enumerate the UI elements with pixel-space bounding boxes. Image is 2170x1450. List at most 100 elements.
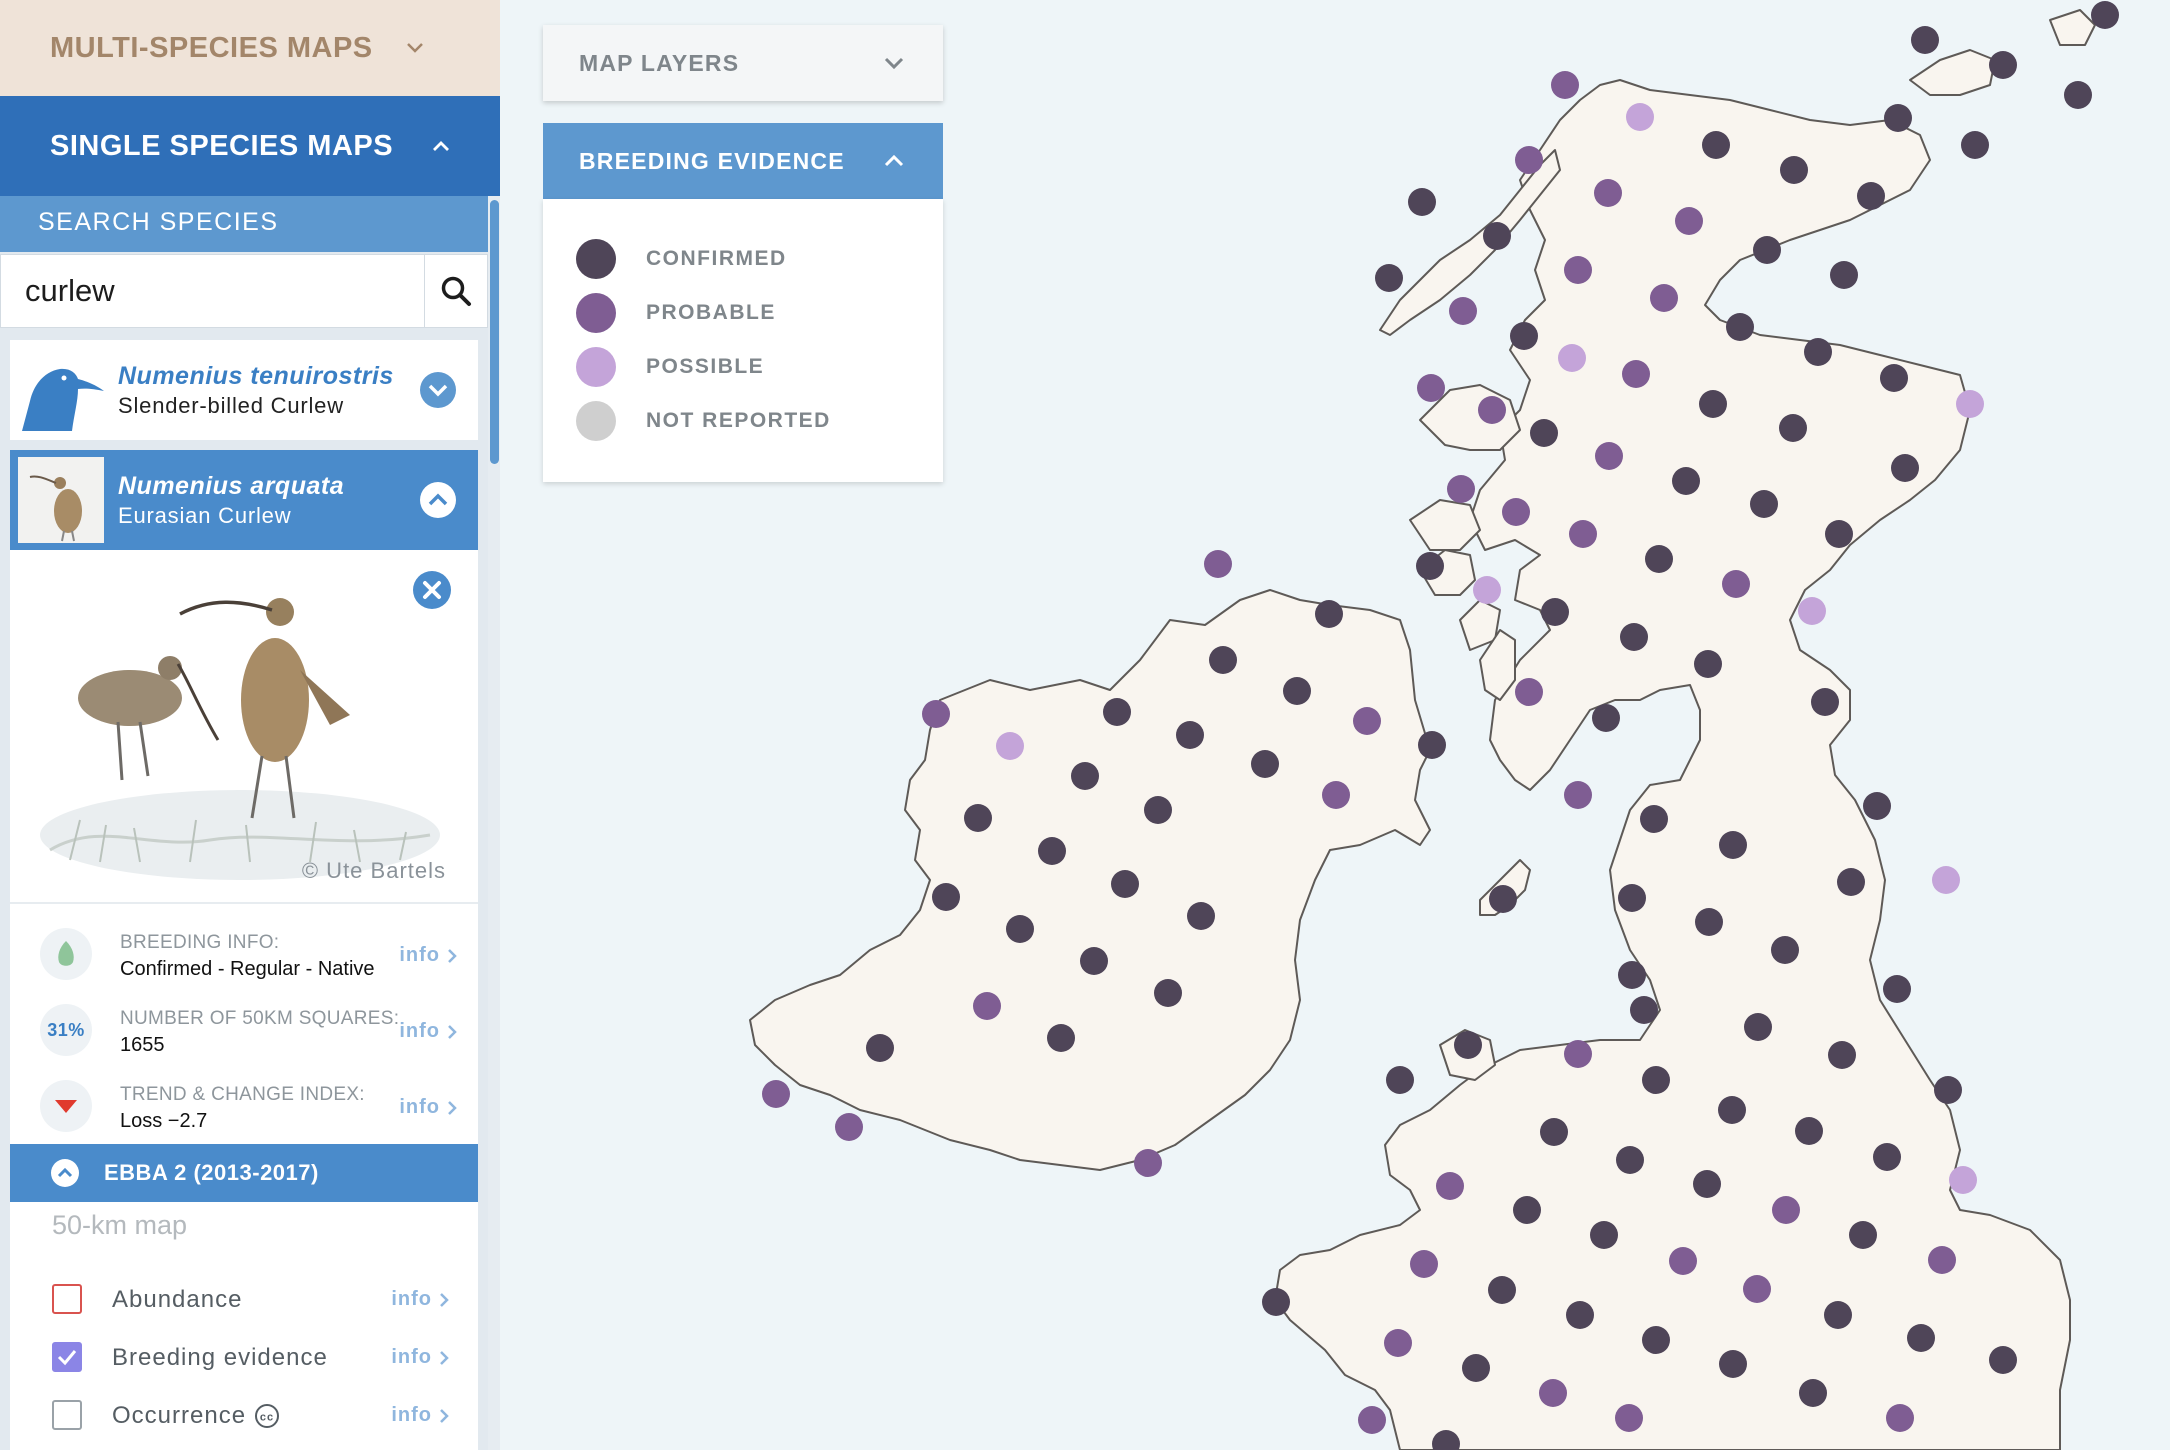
probable-dot[interactable]: [1515, 146, 1543, 174]
confirmed-dot[interactable]: [1753, 236, 1781, 264]
probable-dot[interactable]: [1417, 374, 1445, 402]
confirmed-dot[interactable]: [1530, 419, 1558, 447]
confirmed-dot[interactable]: [1642, 1326, 1670, 1354]
confirmed-dot[interactable]: [1462, 1354, 1490, 1382]
occurrence-checkbox[interactable]: [52, 1400, 82, 1430]
confirmed-dot[interactable]: [1719, 831, 1747, 859]
confirmed-dot[interactable]: [1824, 1301, 1852, 1329]
breeding-evidence-panel-header[interactable]: BREEDING EVIDENCE: [543, 123, 943, 199]
probable-dot[interactable]: [922, 700, 950, 728]
trend-info-link[interactable]: info: [399, 1096, 458, 1119]
probable-dot[interactable]: [1204, 550, 1232, 578]
confirmed-dot[interactable]: [1416, 552, 1444, 580]
possible-dot[interactable]: [1949, 1166, 1977, 1194]
possible-dot[interactable]: [1798, 597, 1826, 625]
probable-dot[interactable]: [1539, 1379, 1567, 1407]
confirmed-dot[interactable]: [1911, 26, 1939, 54]
confirmed-dot[interactable]: [866, 1034, 894, 1062]
expand-chevron-icon[interactable]: [418, 370, 458, 410]
collapse-chevron-icon[interactable]: [418, 480, 458, 520]
confirmed-dot[interactable]: [1489, 885, 1517, 913]
possible-dot[interactable]: [996, 732, 1024, 760]
confirmed-dot[interactable]: [1566, 1301, 1594, 1329]
probable-dot[interactable]: [1564, 1040, 1592, 1068]
confirmed-dot[interactable]: [932, 883, 960, 911]
confirmed-dot[interactable]: [1510, 322, 1538, 350]
confirmed-dot[interactable]: [1154, 979, 1182, 1007]
confirmed-dot[interactable]: [1744, 1013, 1772, 1041]
confirmed-dot[interactable]: [1828, 1041, 1856, 1069]
confirmed-dot[interactable]: [1038, 837, 1066, 865]
probable-dot[interactable]: [1515, 678, 1543, 706]
probable-dot[interactable]: [1551, 71, 1579, 99]
confirmed-dot[interactable]: [1693, 1170, 1721, 1198]
confirmed-dot[interactable]: [1144, 796, 1172, 824]
confirmed-dot[interactable]: [1699, 390, 1727, 418]
confirmed-dot[interactable]: [1837, 868, 1865, 896]
probable-dot[interactable]: [835, 1113, 863, 1141]
confirmed-dot[interactable]: [1726, 313, 1754, 341]
confirmed-dot[interactable]: [1071, 762, 1099, 790]
confirmed-dot[interactable]: [1080, 947, 1108, 975]
probable-dot[interactable]: [1928, 1246, 1956, 1274]
confirmed-dot[interactable]: [1642, 1066, 1670, 1094]
confirmed-dot[interactable]: [1780, 156, 1808, 184]
confirmed-dot[interactable]: [1719, 1350, 1747, 1378]
breeding-info-link[interactable]: info: [399, 944, 458, 967]
confirmed-dot[interactable]: [1283, 677, 1311, 705]
confirmed-dot[interactable]: [1672, 467, 1700, 495]
confirmed-dot[interactable]: [1825, 520, 1853, 548]
confirmed-dot[interactable]: [1863, 792, 1891, 820]
confirmed-dot[interactable]: [1907, 1324, 1935, 1352]
confirmed-dot[interactable]: [1640, 805, 1668, 833]
confirmed-dot[interactable]: [1590, 1221, 1618, 1249]
probable-dot[interactable]: [1622, 360, 1650, 388]
confirmed-dot[interactable]: [1989, 51, 2017, 79]
probable-dot[interactable]: [1722, 570, 1750, 598]
probable-dot[interactable]: [1650, 284, 1678, 312]
confirmed-dot[interactable]: [2064, 81, 2092, 109]
confirmed-dot[interactable]: [1006, 915, 1034, 943]
confirmed-dot[interactable]: [1880, 364, 1908, 392]
confirmed-dot[interactable]: [1103, 698, 1131, 726]
confirmed-dot[interactable]: [1209, 646, 1237, 674]
map-layers-dropdown[interactable]: MAP LAYERS: [543, 25, 943, 101]
confirmed-dot[interactable]: [1488, 1276, 1516, 1304]
confirmed-dot[interactable]: [1408, 188, 1436, 216]
confirmed-dot[interactable]: [1811, 688, 1839, 716]
confirmed-dot[interactable]: [1454, 1031, 1482, 1059]
confirmed-dot[interactable]: [1702, 131, 1730, 159]
probable-dot[interactable]: [1595, 442, 1623, 470]
probable-dot[interactable]: [1353, 707, 1381, 735]
abundance-checkbox[interactable]: [52, 1284, 82, 1314]
breeding-evidence-checkbox[interactable]: [52, 1342, 82, 1372]
probable-dot[interactable]: [1436, 1172, 1464, 1200]
close-icon[interactable]: [412, 570, 452, 610]
confirmed-dot[interactable]: [1989, 1346, 2017, 1374]
confirmed-dot[interactable]: [1262, 1288, 1290, 1316]
confirmed-dot[interactable]: [1695, 908, 1723, 936]
occurrence-info-link[interactable]: info: [391, 1404, 450, 1427]
probable-dot[interactable]: [1615, 1404, 1643, 1432]
confirmed-dot[interactable]: [1111, 870, 1139, 898]
confirmed-dot[interactable]: [1592, 704, 1620, 732]
confirmed-dot[interactable]: [1795, 1117, 1823, 1145]
squares-info-link[interactable]: info: [399, 1020, 458, 1043]
confirmed-dot[interactable]: [1799, 1379, 1827, 1407]
confirmed-dot[interactable]: [1251, 750, 1279, 778]
possible-dot[interactable]: [1473, 576, 1501, 604]
search-button[interactable]: [424, 255, 487, 327]
confirmed-dot[interactable]: [1750, 490, 1778, 518]
confirmed-dot[interactable]: [1771, 936, 1799, 964]
search-input[interactable]: [1, 255, 424, 327]
species-result-slender-billed-curlew[interactable]: Numenius tenuirostris Slender-billed Cur…: [10, 340, 478, 440]
probable-dot[interactable]: [1594, 179, 1622, 207]
confirmed-dot[interactable]: [1375, 264, 1403, 292]
sidebar-scrollbar-thumb[interactable]: [490, 200, 499, 464]
probable-dot[interactable]: [1772, 1196, 1800, 1224]
confirmed-dot[interactable]: [1891, 454, 1919, 482]
probable-dot[interactable]: [1134, 1149, 1162, 1177]
ebba2-section-header[interactable]: EBBA 2 (2013-2017): [10, 1144, 478, 1202]
confirmed-dot[interactable]: [1618, 884, 1646, 912]
abundance-info-link[interactable]: info: [391, 1288, 450, 1311]
